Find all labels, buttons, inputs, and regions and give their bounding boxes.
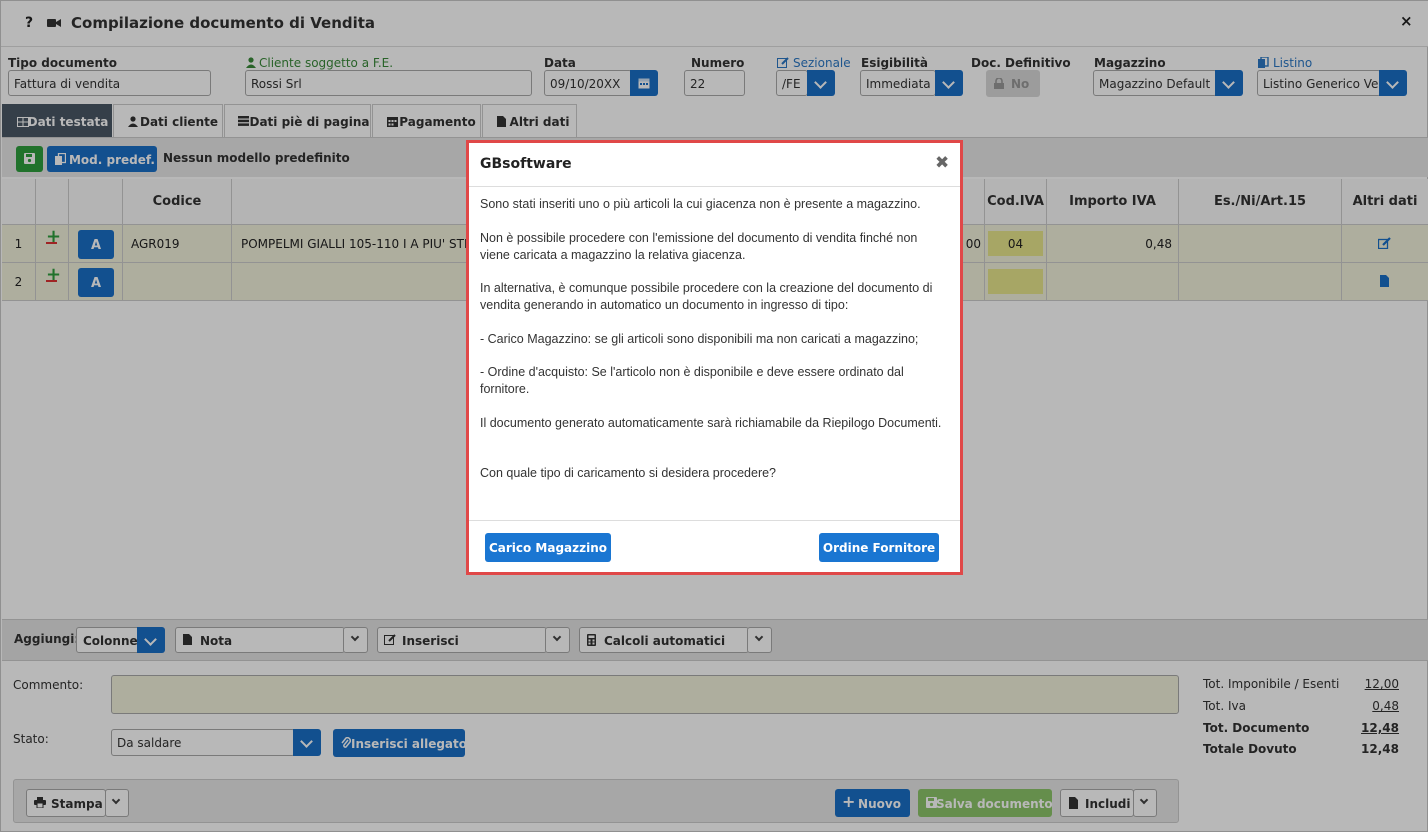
dialog-divider [469,520,960,521]
stock-warning-dialog: GBsoftware ✖ Sono stati inseriti uno o p… [466,140,963,575]
dialog-title: GBsoftware [480,156,572,172]
dialog-text-6: Il documento generato automaticamente sa… [480,416,942,430]
dialog-text-2: Non è possibile procedere con l'emission… [480,231,918,262]
dialog-text-3: In alternativa, è comunque possibile pro… [480,281,933,312]
dialog-close-icon[interactable]: ✖ [935,153,949,173]
carico-magazzino-button[interactable]: Carico Magazzino [485,533,611,562]
dialog-text-4: - Carico Magazzino: se gli articoli sono… [480,332,919,346]
dialog-text-1: Sono stati inseriti uno o più articoli l… [480,197,921,211]
dialog-text-7: Con quale tipo di caricamento si desider… [480,466,777,480]
dialog-text-5: - Ordine d'acquisto: Se l'articolo non è… [480,365,904,396]
ordine-fornitore-button[interactable]: Ordine Fornitore [819,533,939,562]
dialog-header: GBsoftware ✖ [469,143,960,187]
